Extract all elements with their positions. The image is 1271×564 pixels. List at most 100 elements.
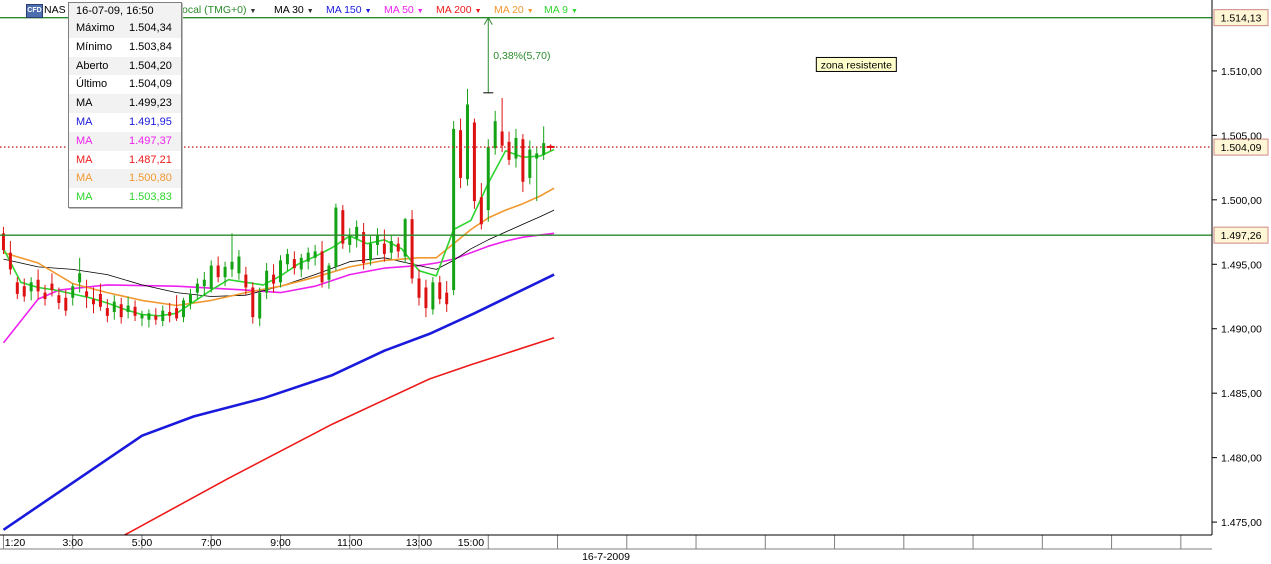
tooltip-row: MA 1.499,23 xyxy=(69,94,181,113)
ma-30-button[interactable]: MA 30 ▼ xyxy=(274,3,314,19)
candle-body xyxy=(521,139,525,182)
x-tick-label: 3:00 xyxy=(63,537,84,549)
tooltip-row-label: MA xyxy=(76,153,93,166)
candle-body xyxy=(140,314,144,319)
candle-body xyxy=(168,311,172,316)
candle-body xyxy=(64,297,68,311)
candle-body xyxy=(528,149,532,178)
ma-50-button[interactable]: MA 50 ▼ xyxy=(384,3,424,19)
tooltip-row-label: Último xyxy=(76,78,108,91)
candle-body xyxy=(22,286,26,297)
candle-body xyxy=(230,261,234,270)
candle-body xyxy=(209,265,213,289)
candle[interactable] xyxy=(403,217,407,263)
candle-body xyxy=(105,308,109,316)
tooltip-row-label: MA xyxy=(76,191,93,204)
candle-body xyxy=(459,130,463,178)
tooltip-row: Aberto 1.504,20 xyxy=(69,56,181,76)
ma-150-label: MA 150 xyxy=(326,4,362,16)
x-tick-label: 11:00 xyxy=(337,537,363,549)
level-value-label: 1.514,13 xyxy=(1221,13,1262,25)
x-tick-label: 5:00 xyxy=(132,537,153,549)
candle-body xyxy=(29,282,33,292)
candle-body xyxy=(542,143,546,155)
tooltip-row: Máximo 1.504,34 xyxy=(69,19,181,38)
y-tick-label: 1.475,00 xyxy=(1221,517,1262,529)
candle-body xyxy=(299,257,303,270)
candle-body xyxy=(195,283,199,293)
candle-body xyxy=(375,234,379,245)
candle-body xyxy=(133,306,137,316)
candle-body xyxy=(278,260,282,283)
timezone-selector[interactable]: ocal (TMG+0) ▼ xyxy=(182,3,256,19)
x-tick-label: 1:20 xyxy=(5,537,26,549)
tooltip-row-label: Máximo xyxy=(76,22,115,34)
date-label: 16-7-2009 xyxy=(582,551,630,563)
instrument-selector[interactable]: NAS xyxy=(44,3,66,17)
candle[interactable] xyxy=(334,203,338,271)
candle-body xyxy=(417,278,421,298)
tooltip-row: MA 1.500,80 xyxy=(69,169,181,189)
ma-200-label: MA 200 xyxy=(436,4,472,16)
ma-200-button[interactable]: MA 200 ▼ xyxy=(436,3,482,19)
candle-body xyxy=(362,232,366,263)
candle-body xyxy=(493,121,497,149)
candle-body xyxy=(382,243,386,254)
candle-body xyxy=(445,292,449,305)
candle-body xyxy=(223,266,227,278)
candle-body xyxy=(91,299,95,305)
ma-50-label: MA 50 xyxy=(384,4,414,16)
candle-body xyxy=(244,274,248,288)
candle-body xyxy=(465,104,469,180)
candle-body xyxy=(320,251,324,283)
price-chart[interactable]: 1.514,13 1.504,09 1.497,26 0,38%(5,70) zon… xyxy=(0,0,1271,564)
ma-20-button[interactable]: MA 20 ▼ xyxy=(494,3,534,19)
candle-body xyxy=(8,252,12,270)
candle[interactable] xyxy=(472,118,476,209)
ma-150-button[interactable]: MA 150 ▼ xyxy=(326,3,372,19)
candle-body xyxy=(182,300,186,318)
candle-body xyxy=(161,310,165,321)
tooltip-row: MA 1.503,83 xyxy=(69,188,181,207)
candle-body xyxy=(175,308,179,319)
y-tick-label: 1.480,00 xyxy=(1221,453,1262,465)
candle-body xyxy=(78,273,82,283)
candle[interactable] xyxy=(431,277,435,315)
y-tick-label: 1.495,00 xyxy=(1221,259,1262,271)
dropdown-arrow-icon: ▼ xyxy=(474,8,482,15)
candle[interactable] xyxy=(486,139,490,222)
dropdown-arrow-icon: ▼ xyxy=(249,8,257,15)
candle-body xyxy=(410,219,414,279)
candle-body xyxy=(1,233,5,251)
tooltip-row-label: MA xyxy=(76,97,93,110)
ohlc-tooltip: 16-07-09, 16:50 Máximo 1.504,34 Mínimo 1.50… xyxy=(68,2,182,208)
timezone-label: ocal (TMG+0) xyxy=(182,4,247,16)
tooltip-row: Último 1.504,09 xyxy=(69,75,181,94)
candle-body xyxy=(472,122,476,202)
candle-body xyxy=(147,313,151,320)
ma-30-label: MA 30 xyxy=(274,4,304,16)
tooltip-row-value: 1.504,34 xyxy=(129,22,172,34)
y-tick-label: 1.485,00 xyxy=(1221,388,1262,400)
candle-body xyxy=(514,137,518,159)
candle-body xyxy=(424,287,428,309)
ma-20-label: MA 20 xyxy=(494,4,524,16)
candle[interactable] xyxy=(410,210,414,284)
candle-body xyxy=(188,293,192,303)
tooltip-row-label: Aberto xyxy=(76,59,109,72)
level-value-label: 1.504,09 xyxy=(1221,142,1262,154)
candle-body xyxy=(306,252,310,262)
tooltip-datetime: 16-07-09, 16:50 xyxy=(69,3,181,19)
tooltip-row: MA 1.487,21 xyxy=(69,151,181,170)
candle-body xyxy=(479,197,483,225)
candle-body xyxy=(57,295,61,303)
candle-body xyxy=(535,153,539,159)
tooltip-row-value: 1.503,84 xyxy=(129,40,172,53)
tooltip-row: MA 1.491,95 xyxy=(69,113,181,132)
candle-body xyxy=(348,235,352,245)
ma-9-button[interactable]: MA 9 ▼ xyxy=(544,3,578,19)
candle[interactable] xyxy=(341,204,345,249)
candle-body xyxy=(85,291,89,297)
tooltip-row: MA 1.497,37 xyxy=(69,131,181,151)
candle-body xyxy=(36,279,40,292)
